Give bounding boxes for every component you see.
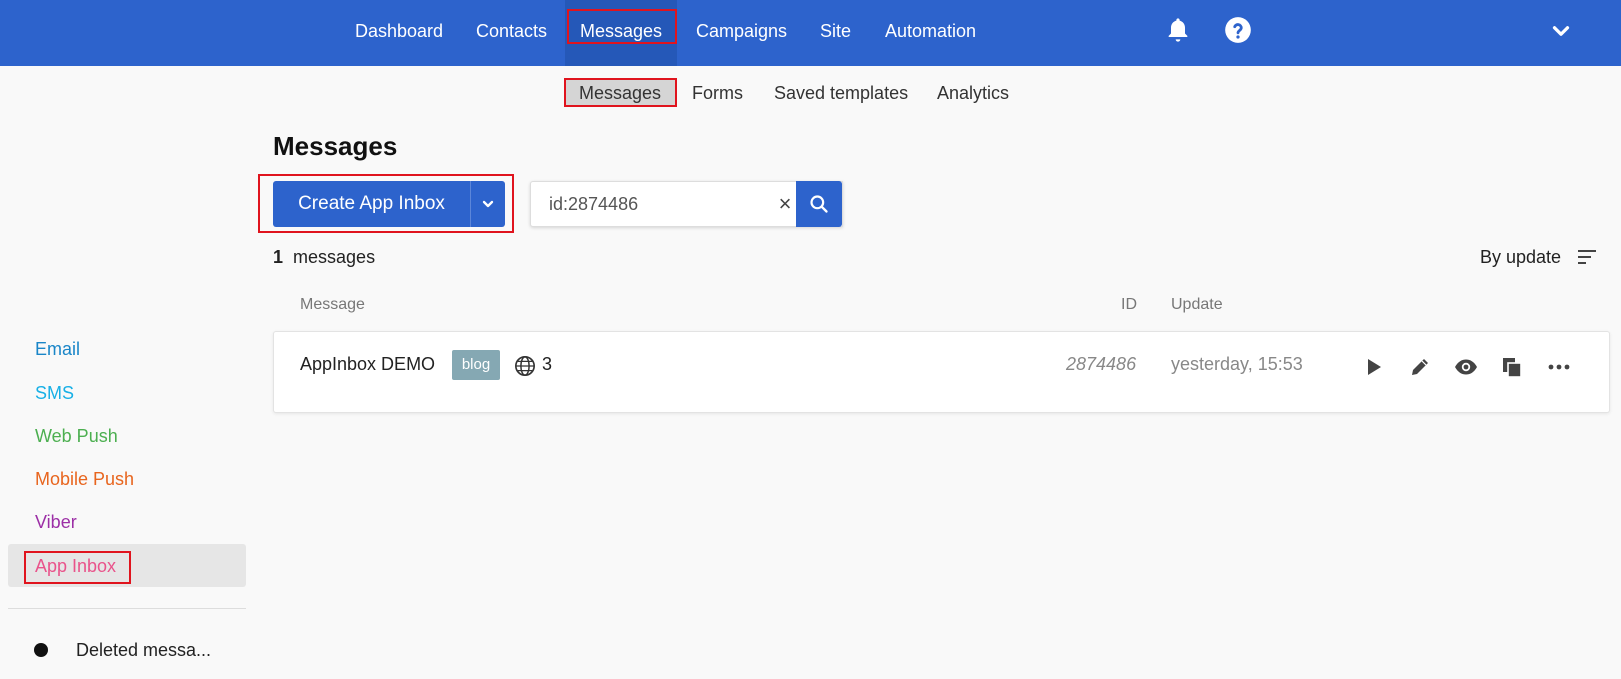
nav-messages[interactable]: Messages [565, 0, 677, 66]
sidebar-item-app-inbox[interactable]: App Inbox [35, 556, 116, 577]
column-header-message: Message [300, 296, 365, 313]
chevron-down-icon [482, 200, 494, 208]
edit-icon[interactable] [1408, 355, 1432, 379]
globe-icon [515, 356, 535, 376]
copy-icon[interactable] [1500, 355, 1524, 379]
eye-icon[interactable] [1454, 355, 1478, 379]
message-id: 2874486 [1066, 354, 1137, 374]
sidebar-item-viber[interactable]: Viber [35, 512, 77, 533]
sort-icon[interactable] [1578, 248, 1598, 266]
subnav-forms[interactable]: Forms [692, 80, 743, 106]
bell-icon[interactable] [1164, 16, 1192, 44]
message-updated: yesterday, 15:53 [1171, 354, 1303, 374]
search-input[interactable] [549, 182, 769, 226]
nav-dashboard[interactable]: Dashboard [355, 0, 443, 66]
subnav-analytics[interactable]: Analytics [937, 80, 1009, 106]
more-options-icon[interactable] [1547, 355, 1571, 379]
create-button-label: Create App Inbox [298, 193, 445, 214]
sidebar-divider [8, 608, 246, 609]
messages-count: 1 messages [273, 247, 376, 267]
message-name[interactable]: AppInbox DEMO [300, 354, 435, 375]
nav-campaigns[interactable]: Campaigns [696, 0, 787, 66]
column-header-id: ID [1121, 296, 1137, 313]
chevron-down-icon[interactable] [1547, 18, 1575, 44]
sidebar-item-sms[interactable]: SMS [35, 383, 74, 404]
search-icon [810, 195, 828, 213]
clear-search-icon[interactable]: × [773, 182, 797, 226]
sort-by-update[interactable]: By update [1480, 247, 1561, 268]
create-app-inbox-button[interactable]: Create App Inbox [273, 181, 505, 227]
nav-automation[interactable]: Automation [885, 0, 976, 66]
subnav-saved-templates[interactable]: Saved templates [774, 80, 908, 106]
help-icon[interactable] [1224, 16, 1252, 44]
sidebar-item-web-push[interactable]: Web Push [35, 426, 118, 447]
sidebar-item-mobile-push[interactable]: Mobile Push [35, 469, 134, 490]
nav-site[interactable]: Site [820, 0, 851, 66]
search-button[interactable] [796, 181, 842, 227]
subnav-messages[interactable]: Messages [565, 80, 676, 106]
page-title: Messages [273, 131, 398, 161]
sidebar-item-email[interactable]: Email [35, 339, 80, 360]
sites-count: 3 [542, 354, 553, 374]
play-icon[interactable] [1361, 355, 1385, 379]
top-navigation-bar: Dashboard Contacts Messages Campaigns Si… [0, 0, 1621, 66]
bullet-icon [34, 643, 48, 657]
column-header-update: Update [1171, 296, 1223, 313]
sidebar-item-deleted-messages[interactable]: Deleted messa... [76, 640, 211, 661]
create-dropdown-toggle[interactable] [471, 181, 505, 227]
nav-contacts[interactable]: Contacts [476, 0, 547, 66]
tag-badge: blog [452, 350, 500, 380]
